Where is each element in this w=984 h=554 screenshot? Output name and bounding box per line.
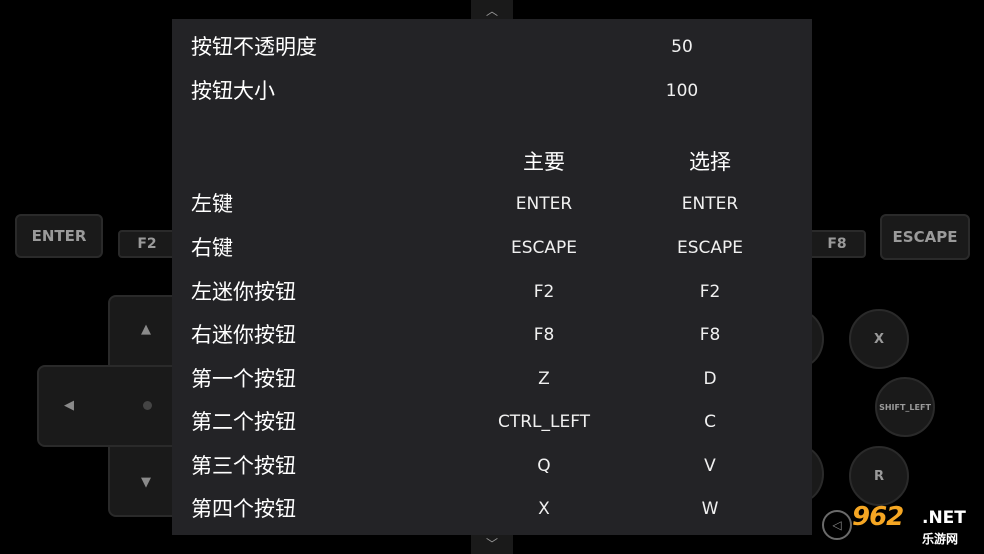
binding-main-value[interactable]: F2 (474, 272, 614, 312)
binding-label: 第四个按钮 (191, 497, 296, 521)
binding-row-button-4: 第四个按钮 X W (172, 489, 812, 529)
column-header-main: 主要 (523, 150, 565, 174)
opacity-label: 按钮不透明度 (191, 35, 317, 59)
r-overlay-button[interactable]: R (849, 446, 909, 506)
binding-row-right-key: 右键 ESCAPE ESCAPE (172, 228, 812, 268)
binding-label: 第一个按钮 (191, 367, 296, 391)
dpad-center (143, 401, 152, 410)
binding-alt-value[interactable]: W (640, 489, 780, 529)
watermark-net: .NET (922, 508, 966, 528)
binding-main-value[interactable]: CTRL_LEFT (474, 402, 614, 442)
binding-row-button-3: 第三个按钮 Q V (172, 446, 812, 486)
binding-main-value[interactable]: X (474, 489, 614, 529)
binding-label: 左键 (191, 192, 233, 216)
binding-main-value[interactable]: Q (474, 446, 614, 486)
button-settings-panel: 按钮不透明度 50 按钮大小 100 主要 选择 左键 ENTER ENTER … (172, 19, 812, 535)
binding-main-value[interactable]: Z (474, 359, 614, 399)
binding-alt-value[interactable]: F8 (640, 315, 780, 355)
size-label: 按钮大小 (191, 79, 275, 103)
watermark-sub: 乐游网 (922, 532, 959, 546)
x-overlay-button[interactable]: X (849, 309, 909, 369)
dpad-left-icon: ◀ (64, 398, 74, 413)
binding-header-row: 主要 选择 (172, 142, 812, 182)
watermark-logo: 962 (852, 502, 904, 532)
panel-expand-tab[interactable]: ﹀ (471, 532, 513, 554)
binding-alt-value[interactable]: ESCAPE (640, 228, 780, 268)
dpad-horizontal[interactable] (37, 365, 187, 447)
binding-row-right-mini: 右迷你按钮 F8 F8 (172, 315, 812, 355)
binding-row-left-mini: 左迷你按钮 F2 F2 (172, 272, 812, 312)
binding-alt-value[interactable]: D (640, 359, 780, 399)
column-header-alt: 选择 (689, 150, 731, 174)
shift-left-overlay-button[interactable]: SHIFT_LEFT (875, 377, 935, 437)
f8-overlay-button[interactable]: F8 (808, 230, 866, 258)
opacity-setting-row[interactable]: 按钮不透明度 50 (172, 27, 812, 67)
binding-alt-value[interactable]: F2 (640, 272, 780, 312)
binding-alt-value[interactable]: C (640, 402, 780, 442)
enter-overlay-button[interactable]: ENTER (15, 214, 103, 258)
chevron-up-icon: ︿ (485, 3, 498, 18)
game-screen: ︿ ENTER F2 F8 ESCAPE ▲ ▼ ◀ X SHIFT_LEFT … (0, 0, 984, 554)
binding-main-value[interactable]: F8 (474, 315, 614, 355)
binding-row-button-1: 第一个按钮 Z D (172, 359, 812, 399)
binding-alt-value[interactable]: ENTER (640, 184, 780, 224)
binding-label: 右迷你按钮 (191, 323, 296, 347)
opacity-value[interactable]: 50 (622, 27, 742, 67)
binding-main-value[interactable]: ENTER (474, 184, 614, 224)
binding-label: 第二个按钮 (191, 410, 296, 434)
size-setting-row[interactable]: 按钮大小 100 (172, 71, 812, 111)
binding-label: 左迷你按钮 (191, 280, 296, 304)
binding-label: 右键 (191, 236, 233, 260)
dpad-up-icon: ▲ (141, 322, 151, 337)
binding-alt-value[interactable]: V (640, 446, 780, 486)
chevron-down-icon: ﹀ (485, 536, 498, 551)
escape-overlay-button[interactable]: ESCAPE (880, 214, 970, 260)
speaker-icon: ◁ (822, 510, 852, 540)
f2-overlay-button[interactable]: F2 (118, 230, 176, 258)
dpad-down-icon: ▼ (141, 475, 151, 490)
binding-row-button-2: 第二个按钮 CTRL_LEFT C (172, 402, 812, 442)
binding-main-value[interactable]: ESCAPE (474, 228, 614, 268)
panel-collapse-tab[interactable]: ︿ (471, 0, 513, 20)
binding-label: 第三个按钮 (191, 454, 296, 478)
binding-row-left-key: 左键 ENTER ENTER (172, 184, 812, 224)
site-watermark: ◁ 962 .NET 乐游网 (822, 500, 982, 552)
size-value[interactable]: 100 (622, 71, 742, 111)
